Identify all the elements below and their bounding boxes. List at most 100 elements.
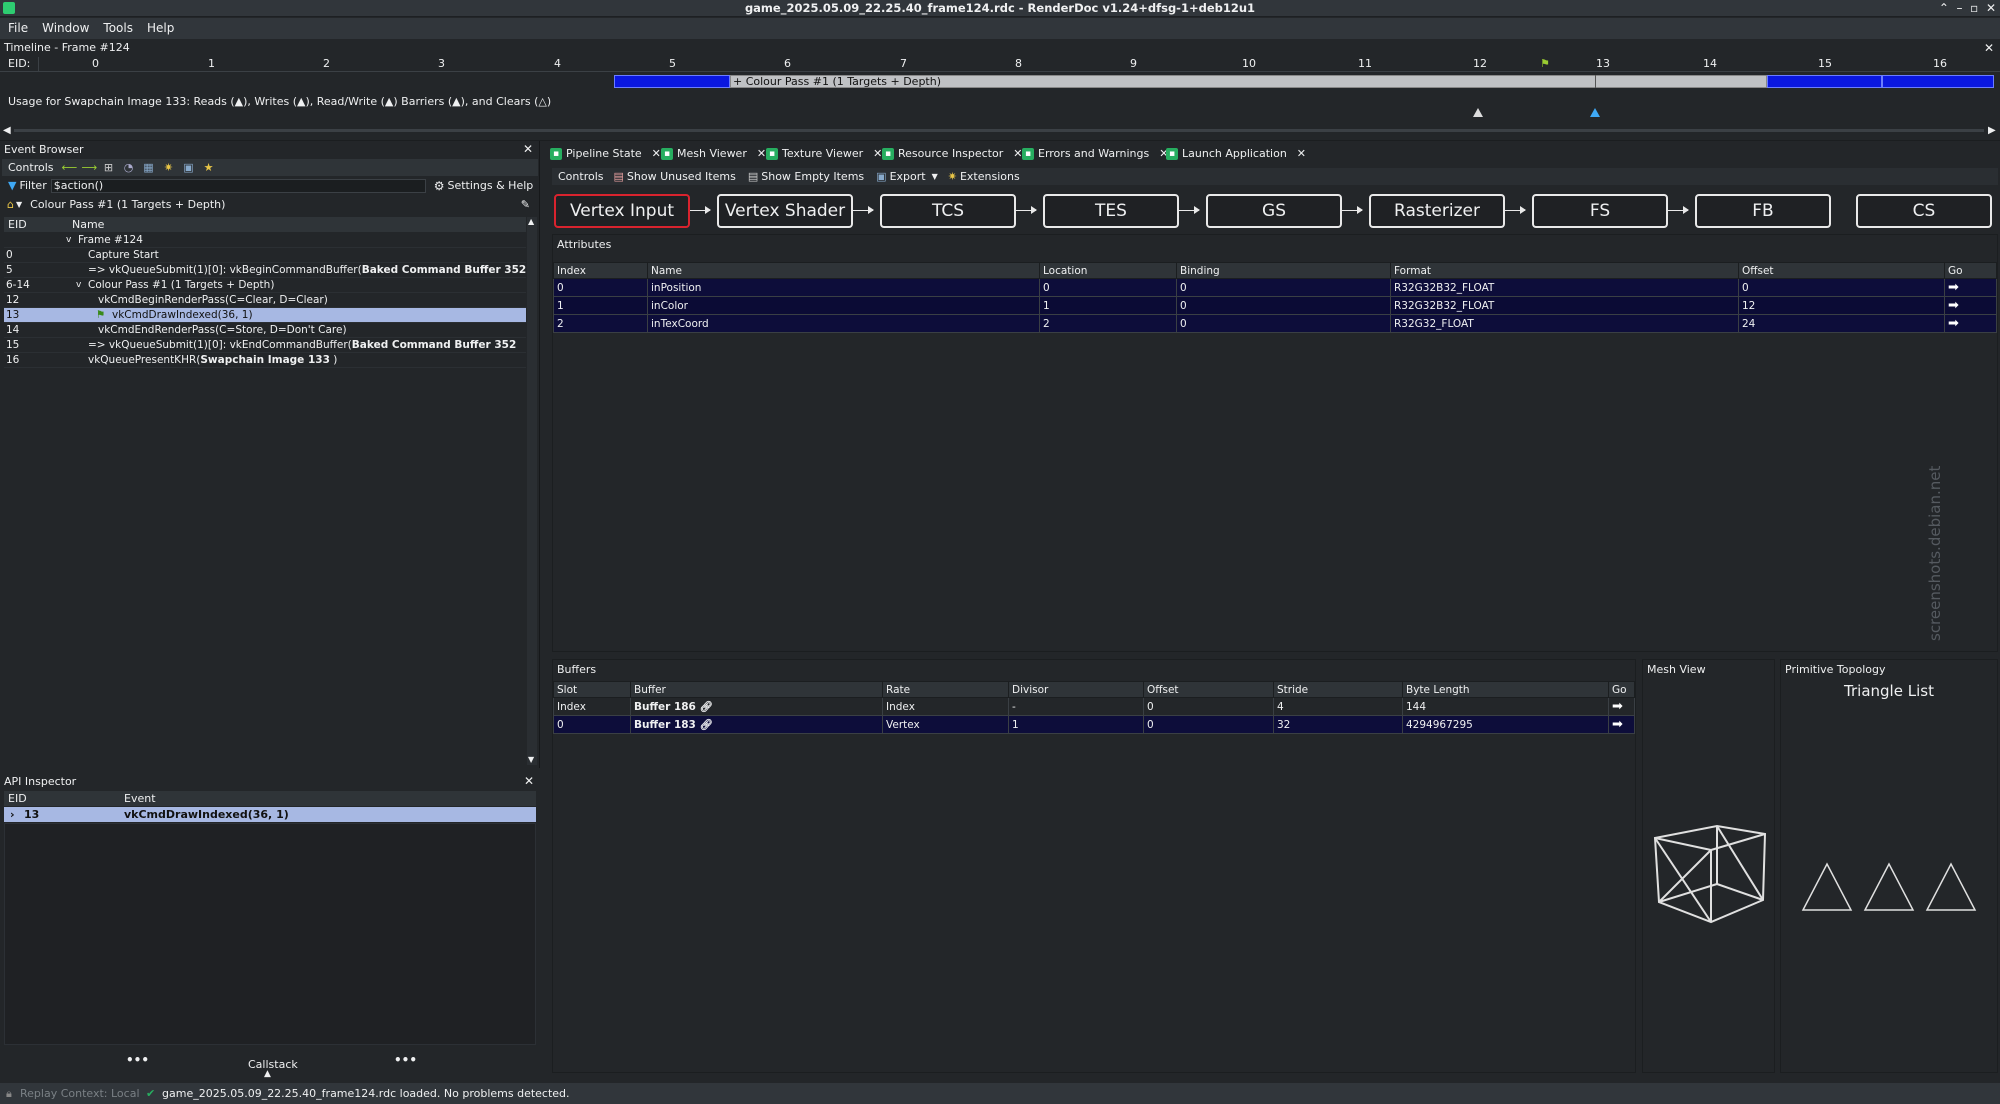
tab-pipeline-state[interactable]: ▪ Pipeline State ✕ xyxy=(550,144,661,164)
buffer-link[interactable]: Buffer 186 🔗︎ xyxy=(630,697,883,716)
tab-launch-application[interactable]: ▪ Launch Application ✕ xyxy=(1166,144,1306,164)
export-icon[interactable]: ▣ xyxy=(182,161,196,174)
timeline-colour-pass[interactable]: + Colour Pass #1 (1 Targets + Depth) xyxy=(730,75,1767,88)
close-icon[interactable]: ✕ xyxy=(873,147,882,160)
export-button[interactable]: Export xyxy=(890,170,926,183)
stage-rasterizer[interactable]: Rasterizer xyxy=(1369,194,1505,228)
show-empty-button[interactable]: Show Empty Items xyxy=(761,170,864,183)
close-icon[interactable]: ✕ xyxy=(1986,1,1996,15)
tree-row[interactable]: 0 Capture Start xyxy=(4,248,526,263)
buffer-link[interactable]: Buffer 183 🔗︎ xyxy=(630,715,883,734)
tab-resource-inspector[interactable]: ▪ Resource Inspector ✕ xyxy=(882,144,1022,164)
tab-texture-viewer[interactable]: ▪ Texture Viewer ✕ xyxy=(766,144,882,164)
time-icon[interactable]: ◔ xyxy=(122,161,136,174)
tree-row[interactable]: 16 vkQueuePresentKHR(Swapchain Image 133… xyxy=(4,353,526,368)
more-icon[interactable]: ••• xyxy=(126,1053,149,1067)
tree-row[interactable]: 5 => vkQueueSubmit(1)[0]: vkBeginCommand… xyxy=(4,263,526,278)
timeline-event-block[interactable] xyxy=(614,75,730,88)
close-icon[interactable]: ✕ xyxy=(1297,147,1306,160)
scroll-up-icon[interactable]: ▲ xyxy=(528,217,534,226)
menu-help[interactable]: Help xyxy=(147,18,174,39)
tab-mesh-viewer[interactable]: ▪ Mesh Viewer ✕ xyxy=(661,144,766,164)
chevron-down-icon[interactable]: ▼ xyxy=(932,172,938,181)
column-eid[interactable]: EID xyxy=(8,791,27,806)
close-icon[interactable]: ✕ xyxy=(757,147,766,160)
column-header[interactable]: Binding xyxy=(1176,262,1391,279)
extensions-button[interactable]: Extensions xyxy=(960,170,1020,183)
close-icon[interactable]: ✕ xyxy=(523,142,533,156)
stats-icon[interactable]: ▦ xyxy=(142,161,156,174)
timeline-event-block[interactable] xyxy=(1882,75,1994,88)
go-arrow-icon[interactable]: ➡ xyxy=(1608,697,1635,716)
stage-cs[interactable]: CS xyxy=(1856,194,1992,228)
table-row[interactable]: 0 inPosition 0 0 R32G32B32_FLOAT 0 ➡ xyxy=(553,278,1997,297)
scroll-down-icon[interactable]: ▼ xyxy=(528,755,534,764)
api-row-selected[interactable]: › 13 vkCmdDrawIndexed(36, 1) xyxy=(4,807,536,822)
stage-fb[interactable]: FB xyxy=(1695,194,1831,228)
scroll-left-icon[interactable]: ◀ xyxy=(3,125,11,136)
expand-chevron-icon[interactable]: › xyxy=(10,807,15,822)
table-row[interactable]: 2 inTexCoord 2 0 R32G32_FLOAT 24 ➡ xyxy=(553,314,1997,333)
swapchain-image-link[interactable]: Swapchain Image 133 xyxy=(200,354,330,366)
column-eid[interactable]: EID xyxy=(8,217,27,232)
back-arrow-icon[interactable]: ⟵ xyxy=(62,161,78,174)
stage-vertex-input[interactable]: Vertex Input xyxy=(554,194,690,228)
minimize-button-icon[interactable]: – xyxy=(1957,1,1963,15)
tree-row[interactable]: 14 vkCmdEndRenderPass(C=Store, D=Don't C… xyxy=(4,323,526,338)
close-icon[interactable]: ✕ xyxy=(1984,41,1994,55)
go-arrow-icon[interactable]: ➡ xyxy=(1944,296,1997,315)
stage-fs[interactable]: FS xyxy=(1532,194,1668,228)
settings-gear-icon[interactable]: ⚙ xyxy=(434,179,445,193)
expand-chevron-icon[interactable]: v xyxy=(66,233,71,248)
tree-row[interactable]: 12 vkCmdBeginRenderPass(C=Clear, D=Clear… xyxy=(4,293,526,308)
close-icon[interactable]: ✕ xyxy=(652,147,661,160)
column-header[interactable]: Rate xyxy=(882,681,1009,698)
more-icon[interactable]: ••• xyxy=(394,1053,417,1067)
close-icon[interactable]: ✕ xyxy=(524,774,534,788)
show-unused-button[interactable]: Show Unused Items xyxy=(627,170,736,183)
go-arrow-icon[interactable]: ➡ xyxy=(1944,278,1997,297)
menu-tools[interactable]: Tools xyxy=(103,18,133,39)
find-icon[interactable]: ⊞ xyxy=(102,161,116,174)
tree-row-selected[interactable]: 13 ⚑ vkCmdDrawIndexed(36, 1) xyxy=(4,308,526,323)
minimize-icon[interactable]: ⌃ xyxy=(1939,1,1949,15)
table-row[interactable]: 1 inColor 1 0 R32G32B32_FLOAT 12 ➡ xyxy=(553,296,1997,315)
table-row[interactable]: Index Buffer 186 🔗︎ Index - 0 4 144 ➡ xyxy=(553,697,1635,716)
column-header[interactable]: Location xyxy=(1039,262,1177,279)
note-icon[interactable]: ✎ xyxy=(521,198,530,211)
scroll-right-icon[interactable]: ▶ xyxy=(1988,125,1996,136)
table-row[interactable]: 0 Buffer 183 🔗︎ Vertex 1 0 32 4294967295… xyxy=(553,715,1635,734)
timeline-scrollbar[interactable] xyxy=(14,129,1984,132)
column-header[interactable]: Slot xyxy=(553,681,631,698)
column-header[interactable]: Offset xyxy=(1143,681,1274,698)
callstack-expand-icon[interactable]: ▲ xyxy=(264,1069,271,1079)
settings-help-button[interactable]: Settings & Help xyxy=(447,179,533,192)
stage-tes[interactable]: TES xyxy=(1043,194,1179,228)
tab-errors-warnings[interactable]: ▪ Errors and Warnings ✕ xyxy=(1022,144,1168,164)
go-arrow-icon[interactable]: ➡ xyxy=(1944,314,1997,333)
column-header[interactable]: Index xyxy=(553,262,648,279)
column-header[interactable]: Stride xyxy=(1273,681,1403,698)
tree-row[interactable]: 6-14 v Colour Pass #1 (1 Targets + Depth… xyxy=(4,278,526,293)
stage-vertex-shader[interactable]: Vertex Shader xyxy=(717,194,853,228)
column-header[interactable]: Byte Length xyxy=(1402,681,1609,698)
home-icon[interactable]: ⌂ xyxy=(7,198,14,211)
callstack-label[interactable]: Callstack xyxy=(248,1058,298,1071)
breadcrumb-item[interactable]: Colour Pass #1 (1 Targets + Depth) xyxy=(30,198,225,211)
column-event[interactable]: Event xyxy=(124,791,156,806)
column-header[interactable]: Go xyxy=(1608,681,1635,698)
tree-row[interactable]: 15 => vkQueueSubmit(1)[0]: vkEndCommandB… xyxy=(4,338,526,353)
column-header[interactable]: Format xyxy=(1390,262,1739,279)
command-buffer-link[interactable]: Baked Command Buffer 352 xyxy=(352,339,516,351)
tree-scrollbar[interactable] xyxy=(527,217,537,765)
timeline-event-block[interactable] xyxy=(1767,75,1882,88)
stage-gs[interactable]: GS xyxy=(1206,194,1342,228)
column-header[interactable]: Divisor xyxy=(1008,681,1144,698)
favorite-icon[interactable]: ★ xyxy=(202,161,216,174)
chevron-down-icon[interactable]: ▼ xyxy=(16,200,22,209)
column-header[interactable]: Offset xyxy=(1738,262,1945,279)
menu-window[interactable]: Window xyxy=(42,18,89,39)
replay-context[interactable]: Replay Context: Local xyxy=(20,1083,140,1104)
expand-chevron-icon[interactable]: v xyxy=(76,278,81,293)
column-header[interactable]: Name xyxy=(647,262,1040,279)
